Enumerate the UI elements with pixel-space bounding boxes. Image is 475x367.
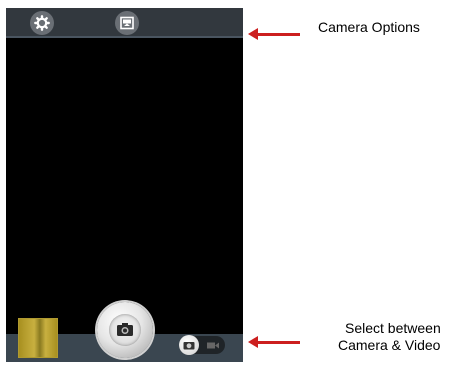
mode-select-arrow <box>248 336 300 348</box>
video-icon <box>207 342 219 349</box>
camera-options-bar <box>6 8 243 38</box>
last-photo-thumbnail[interactable] <box>18 318 58 358</box>
camera-options-label: Camera Options <box>318 19 420 35</box>
camera-options-arrow <box>248 28 300 40</box>
camera-icon <box>183 342 195 350</box>
settings-button[interactable] <box>30 11 54 35</box>
camera-video-mode-switch[interactable] <box>179 335 225 355</box>
camera-screen <box>6 8 243 362</box>
camera-icon <box>117 323 133 336</box>
mode-select-label-line1: Select between <box>345 320 441 336</box>
image-frame-icon <box>120 16 134 30</box>
shutter-button[interactable] <box>97 302 153 358</box>
scene-mode-button[interactable] <box>115 11 139 35</box>
gear-icon <box>34 15 50 31</box>
mode-select-label-line2: Camera & Video <box>338 337 441 353</box>
